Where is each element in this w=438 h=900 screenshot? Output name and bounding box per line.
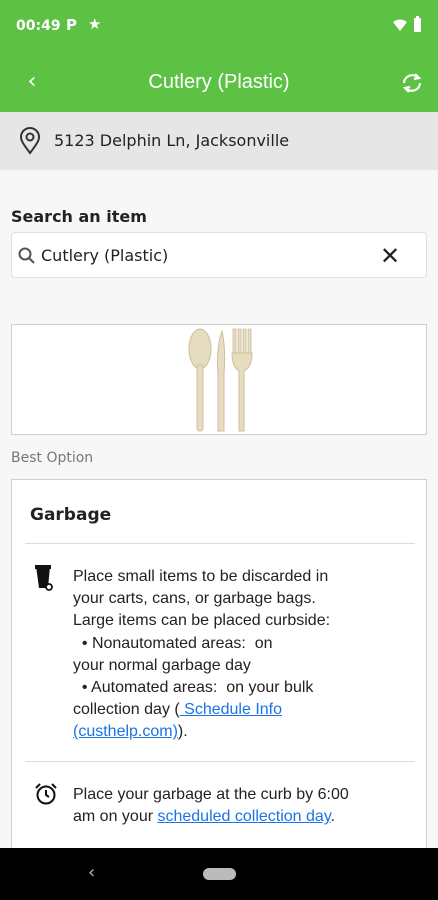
item-image-panel [11,324,427,435]
disposal-instructions: Place small items to be discarded in you… [73,566,413,744]
collection-day-link[interactable]: scheduled collection day [157,808,330,825]
status-time: 00:49 [16,18,61,34]
star-icon: ★ [88,15,102,33]
instruction-suffix: ). [177,723,188,741]
instruction-line: collection day ( Schedule Info [73,699,413,721]
timing-instructions: Place your garbage at the curb by 6:00 a… [73,784,413,828]
search-icon [18,247,35,264]
nav-back-button[interactable]: ‹ [88,862,95,883]
location-bar[interactable]: 5123 Delphin Ln, Jacksonville [0,112,438,170]
wifi-icon [393,19,407,31]
timing-prefix: am on your [73,808,158,826]
status-bar: 00:49 P ★ [0,0,438,55]
schedule-info-link[interactable]: Schedule Info [180,701,282,718]
instruction-line: (custhelp.com)). [73,721,413,743]
card-heading: Garbage [30,505,112,525]
alarm-clock-icon [35,783,57,805]
location-pin-icon [19,127,41,155]
address-text: 5123 Delphin Ln, Jacksonville [54,131,290,150]
battery-icon [414,16,421,32]
system-nav-bar: ‹ [0,848,438,900]
cutlery-image [188,328,253,432]
parking-icon: P [66,16,77,34]
best-option-label: Best Option [11,450,94,466]
custhelp-link[interactable]: (custhelp.com) [73,723,178,740]
clear-search-button[interactable]: ✕ [378,242,402,270]
disposal-card: Garbage Place small items to be discarde… [11,479,427,859]
search-label: Search an item [11,207,147,226]
instruction-line: Large items can be placed curbside: [73,612,331,630]
instruction-line: • Automated areas: on your bulk [73,679,314,697]
home-button[interactable] [203,868,236,880]
instruction-prefix: collection day ( [73,701,180,719]
instruction-line: your normal garbage day [73,656,251,674]
timing-line: Place your garbage at the curb by 6:00 [73,786,349,803]
instruction-line: Place small items to be discarded in [73,568,329,585]
search-input[interactable]: Cutlery (Plastic) ✕ [11,232,427,278]
card-divider [25,761,415,762]
instruction-line: • Nonautomated areas: on [73,634,273,652]
timing-suffix: . [330,808,336,826]
garbage-cart-icon [35,565,53,591]
instruction-line: your carts, cans, or garbage bags. [73,590,316,608]
card-divider [25,543,415,544]
page-title: Cutlery (Plastic) [148,71,290,93]
refresh-icon[interactable] [400,71,424,95]
search-value: Cutlery (Plastic) [41,246,169,265]
timing-line: am on your scheduled collection day. [73,806,413,828]
app-bar: ‹ Cutlery (Plastic) [0,55,438,112]
